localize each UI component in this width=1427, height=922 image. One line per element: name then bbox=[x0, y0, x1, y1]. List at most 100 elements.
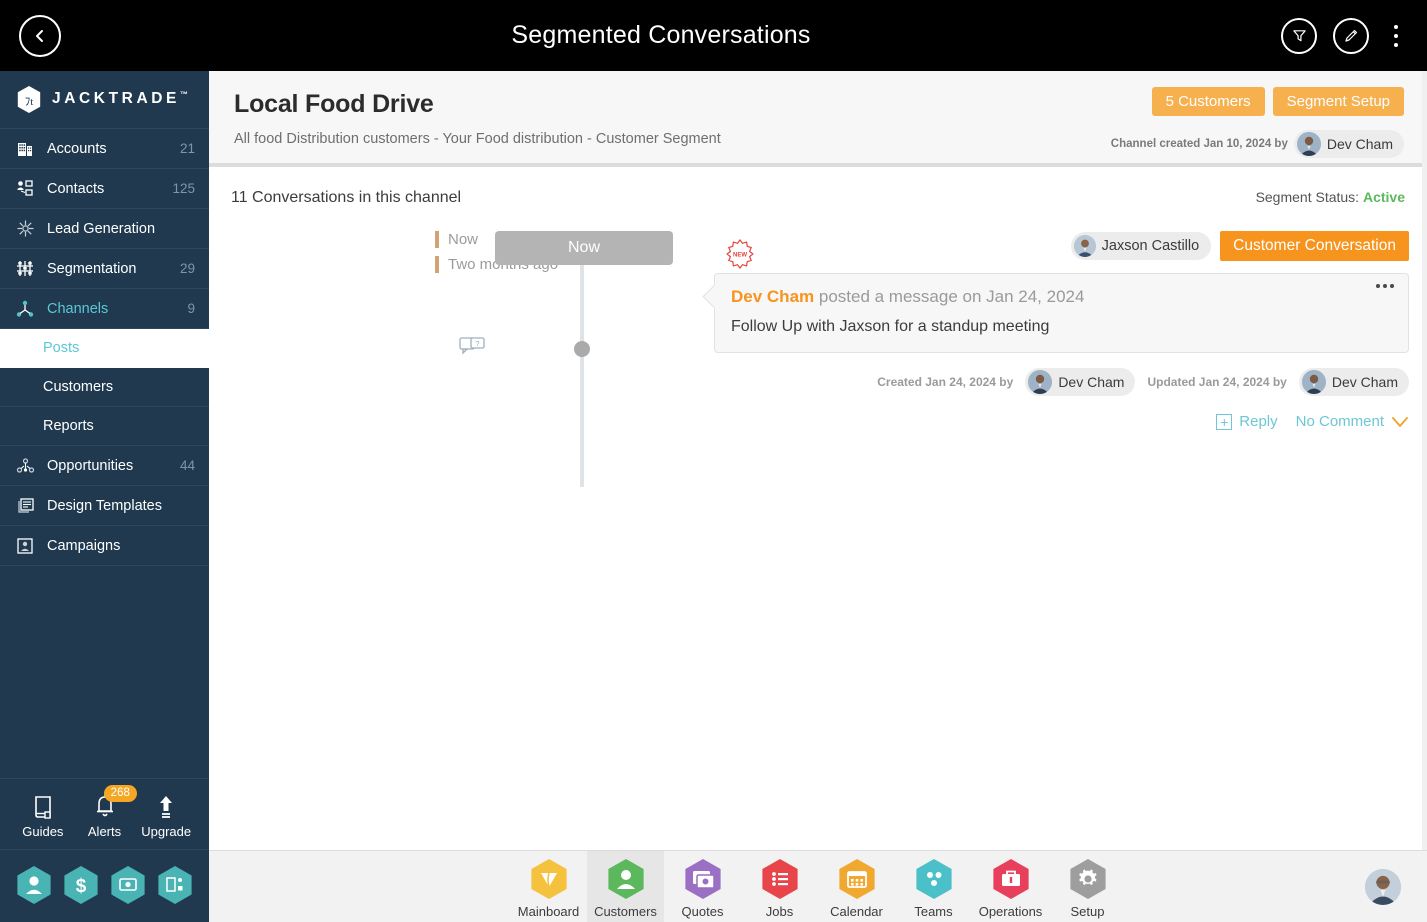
bottom-nav-teams[interactable]: Teams bbox=[895, 851, 972, 922]
reply-button[interactable]: + Reply bbox=[1216, 413, 1278, 430]
alerts-button[interactable]: 268 Alerts bbox=[74, 784, 137, 839]
bottom-nav-customers[interactable]: Customers bbox=[587, 850, 664, 922]
comments-label: No Comment bbox=[1295, 413, 1384, 430]
timeline-now-chip[interactable]: Now bbox=[495, 231, 673, 265]
top-bar-actions bbox=[1281, 17, 1407, 54]
sidebar-item-lead-generation[interactable]: Lead Generation bbox=[0, 209, 209, 249]
guides-label: Guides bbox=[22, 823, 64, 839]
channel-header-actions: 5 Customers Segment Setup Channel create… bbox=[1111, 87, 1404, 158]
bottom-nav-items: Mainboard Customers Quotes Jobs Calendar… bbox=[510, 850, 1126, 922]
sidebar-footer-strip: $ bbox=[0, 850, 209, 922]
timeline-axis: Now ? bbox=[459, 231, 673, 487]
bottom-nav-label: Teams bbox=[914, 904, 953, 919]
sidebar-item-segmentation[interactable]: Segmentation 29 bbox=[0, 249, 209, 289]
vertical-scrollbar[interactable] bbox=[1422, 71, 1427, 850]
sidebar-item-design-templates[interactable]: Design Templates bbox=[0, 486, 209, 526]
campaigns-icon bbox=[14, 536, 36, 556]
sidebar-quick-actions: $ bbox=[0, 850, 209, 920]
bottom-nav-quotes[interactable]: Quotes bbox=[664, 851, 741, 922]
main-content: Local Food Drive All food Distribution c… bbox=[209, 71, 1427, 850]
quick-action-workflow[interactable] bbox=[157, 865, 193, 905]
sidebar-item-contacts[interactable]: Contacts 125 bbox=[0, 169, 209, 209]
guides-button[interactable]: Guides bbox=[12, 790, 74, 839]
message-updated-by-chip[interactable]: Dev Cham bbox=[1298, 368, 1409, 396]
user-avatar[interactable] bbox=[1365, 869, 1401, 905]
bottom-nav-calendar[interactable]: Calendar bbox=[818, 851, 895, 922]
sidebar-item-label: Campaigns bbox=[47, 537, 121, 554]
sidebar-item-label: Contacts bbox=[47, 180, 105, 197]
message-updated-text: Updated Jan 24, 2024 by bbox=[1147, 375, 1287, 389]
bottom-nav-operations[interactable]: Operations bbox=[972, 851, 1049, 922]
building-icon bbox=[14, 139, 36, 159]
quick-action-person[interactable] bbox=[16, 865, 52, 905]
jacktrade-hex-icon: ﾌt bbox=[17, 86, 41, 113]
sidebar-subitem-customers[interactable]: Customers bbox=[0, 368, 209, 407]
message-created-text: Created Jan 24, 2024 by bbox=[877, 375, 1014, 389]
bottom-nav-label: Operations bbox=[978, 904, 1043, 919]
sidebar-item-campaigns[interactable]: Campaigns bbox=[0, 526, 209, 566]
customer-tag-chip[interactable]: Jaxson Castillo bbox=[1070, 232, 1212, 260]
avatar bbox=[1028, 370, 1053, 394]
trademark-symbol: ™ bbox=[180, 90, 188, 100]
conversation-type-badge[interactable]: Customer Conversation bbox=[1220, 231, 1409, 261]
segment-status-label: Segment Status: bbox=[1255, 189, 1360, 205]
setup-gear-icon bbox=[1069, 858, 1107, 900]
sidebar-utilities: Guides 268 Alerts Upgrade bbox=[0, 778, 209, 850]
dollar-hex-icon: $ bbox=[64, 866, 98, 904]
sidebar-subitem-label: Posts bbox=[43, 340, 80, 356]
brand-logo[interactable]: ﾌt JACKTRADE™ bbox=[0, 71, 209, 129]
workflow-hex-icon bbox=[158, 866, 192, 904]
svg-text:$: $ bbox=[76, 876, 87, 897]
sidebar-subitem-reports[interactable]: Reports bbox=[0, 407, 209, 446]
lead-gen-icon bbox=[14, 219, 36, 239]
message-area: NEW Jaxson Castillo Customer Conversatio… bbox=[714, 231, 1409, 430]
avatar bbox=[1073, 235, 1096, 257]
sidebar-item-accounts[interactable]: Accounts 21 bbox=[0, 129, 209, 169]
comments-toggle[interactable]: No Comment bbox=[1296, 413, 1409, 430]
message-created-by-name: Dev Cham bbox=[1058, 374, 1125, 390]
bottom-nav-mainboard[interactable]: Mainboard bbox=[510, 851, 587, 922]
legend-marker bbox=[435, 231, 439, 248]
sidebar-item-opportunities[interactable]: Opportunities 44 bbox=[0, 446, 209, 486]
edit-button[interactable] bbox=[1333, 17, 1369, 54]
bottom-nav-label: Quotes bbox=[681, 904, 724, 919]
channel-creator-chip[interactable]: Dev Cham bbox=[1293, 130, 1404, 158]
message-tags: Jaxson Castillo Customer Conversation bbox=[714, 231, 1409, 261]
segment-setup-button[interactable]: Segment Setup bbox=[1272, 87, 1404, 116]
bottom-nav-label: Mainboard bbox=[517, 904, 580, 919]
bottom-nav-jobs[interactable]: Jobs bbox=[741, 851, 818, 922]
avatar bbox=[1296, 132, 1321, 156]
channel-buttons: 5 Customers Segment Setup bbox=[1111, 87, 1404, 116]
reply-label: Reply bbox=[1239, 413, 1278, 430]
kebab-dot bbox=[1394, 33, 1398, 38]
kebab-dot bbox=[1394, 24, 1398, 29]
sidebar-item-channels[interactable]: Channels 9 bbox=[0, 289, 209, 329]
kebab-dot bbox=[1383, 284, 1387, 288]
more-options-button[interactable] bbox=[1385, 18, 1407, 54]
segment-status-value: Active bbox=[1362, 189, 1405, 205]
quick-action-payments[interactable] bbox=[110, 865, 146, 905]
message-body: Follow Up with Jaxson for a standup meet… bbox=[731, 318, 1050, 335]
alerts-badge: 268 bbox=[103, 784, 137, 802]
funnel-icon bbox=[1292, 30, 1306, 42]
sidebar-item-label: Opportunities bbox=[47, 457, 134, 474]
sidebar-item-label: Accounts bbox=[47, 140, 107, 157]
customers-count-button[interactable]: 5 Customers bbox=[1151, 87, 1265, 116]
person-hex-icon bbox=[17, 866, 51, 904]
message-more-button[interactable] bbox=[1376, 284, 1394, 288]
sidebar-subitem-posts[interactable]: Posts bbox=[0, 329, 209, 368]
bottom-nav-setup[interactable]: Setup bbox=[1049, 851, 1126, 922]
channel-created-text: Channel created Jan 10, 2024 by bbox=[1110, 138, 1288, 150]
quick-action-billing[interactable]: $ bbox=[63, 865, 99, 905]
segmentation-icon bbox=[14, 259, 36, 279]
upgrade-button[interactable]: Upgrade bbox=[135, 790, 197, 839]
quotes-icon bbox=[684, 858, 722, 900]
message-author: Dev Cham bbox=[731, 287, 815, 306]
filter-button[interactable] bbox=[1281, 17, 1317, 54]
message-created-by-chip[interactable]: Dev Cham bbox=[1025, 368, 1136, 396]
sidebar-item-label: Lead Generation bbox=[47, 220, 156, 237]
message-updated-by-name: Dev Cham bbox=[1331, 374, 1398, 390]
operations-icon bbox=[992, 858, 1030, 900]
timeline: Now Two months ago Now ? bbox=[209, 207, 1427, 707]
